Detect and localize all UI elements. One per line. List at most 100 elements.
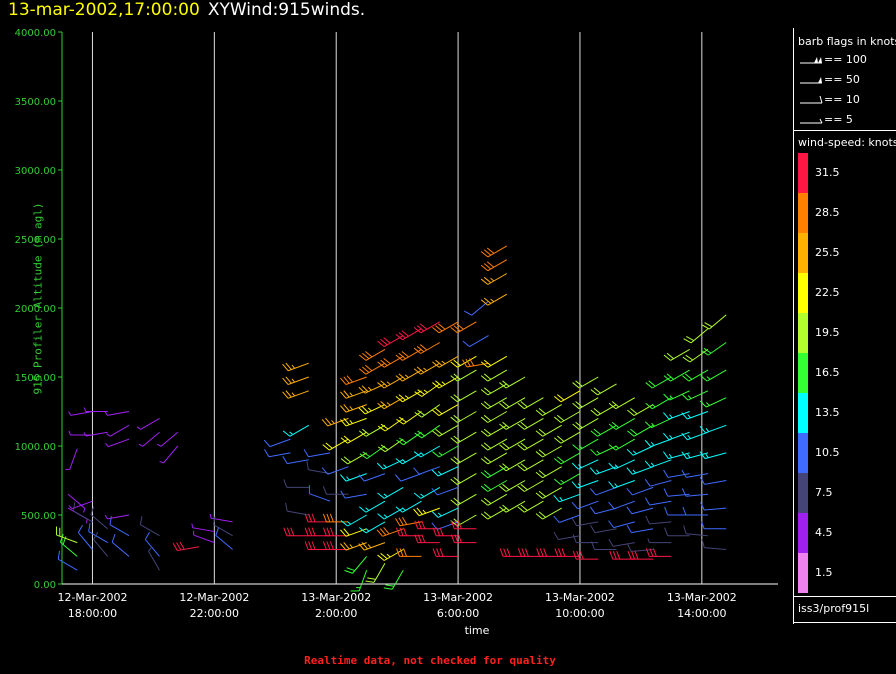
wind-barb [450, 431, 477, 444]
x-tick-time: 14:00:00 [677, 607, 726, 620]
colorscale-swatch [798, 153, 808, 193]
wind-barb [571, 500, 599, 510]
wind-barb [72, 502, 93, 523]
wind-barb [340, 514, 367, 527]
wind-barb [608, 438, 636, 451]
wind-barb [608, 397, 636, 410]
wind-barb [308, 485, 331, 502]
wind-barb [358, 521, 386, 534]
wind-barb [553, 411, 581, 423]
wind-barb [499, 376, 526, 389]
wind-barb [68, 500, 93, 510]
y-tick-label: 3000.00 [15, 166, 56, 177]
y-tick-label: 1000.00 [15, 442, 56, 453]
wind-barb [358, 424, 386, 437]
wind-barb [65, 448, 78, 470]
wind-barb [626, 486, 654, 496]
wind-barb [209, 513, 233, 523]
wind-barb [535, 466, 562, 479]
wind-barb [359, 445, 386, 460]
wind-barb [358, 348, 386, 361]
wind-barb [480, 355, 508, 368]
speed-legend-title: wind-speed: knots [798, 136, 896, 149]
wind-barb [462, 335, 489, 348]
wind-barb [283, 479, 309, 488]
wind-barb [344, 556, 368, 574]
wind-barb [111, 534, 130, 557]
wind-barb [572, 397, 599, 410]
y-tick-label: 4000.00 [15, 28, 56, 39]
legend-divider-bottom [794, 596, 896, 597]
wind-barb [450, 493, 477, 506]
wind-barb [395, 390, 422, 403]
wind-barb [358, 542, 386, 551]
wind-barb [499, 500, 526, 513]
colorscale-swatch [798, 273, 808, 313]
wind-barb [571, 459, 599, 470]
x-tick-time: 6:00:00 [437, 607, 479, 620]
wind-barb [553, 531, 581, 541]
wind-barb [553, 452, 581, 465]
wind-barb [535, 404, 562, 417]
wind-barb [104, 514, 130, 520]
wind-barb [90, 506, 109, 530]
legend-divider [794, 130, 896, 131]
wind-barb [414, 404, 441, 418]
wind-barb [148, 547, 160, 571]
wind-barb [699, 397, 727, 408]
wind-barb [83, 431, 108, 437]
colorscale-swatch [798, 473, 808, 513]
wind-barb [572, 438, 599, 451]
wind-barb [139, 516, 160, 537]
colorscale-label: 31.5 [815, 166, 840, 179]
colorscale-swatch [798, 553, 808, 593]
wind-barb [450, 452, 477, 465]
barb-legend-title: barb flags in knots [798, 35, 896, 48]
wind-barb [413, 321, 441, 334]
wind-barb [499, 459, 526, 472]
colorscale-label: 28.5 [815, 206, 840, 219]
barb-sample-icon [800, 95, 823, 104]
wind-barb [554, 548, 580, 557]
colorscale-label: 25.5 [815, 246, 840, 259]
wind-barb [432, 355, 459, 368]
wind-barb [683, 328, 709, 344]
wind-barb [701, 314, 727, 330]
x-tick-date: 12-Mar-2002 [179, 591, 249, 604]
wind-barb [450, 369, 477, 382]
x-tick-date: 13-Mar-2002 [301, 591, 371, 604]
wind-barb [644, 438, 672, 448]
x-tick-time: 18:00:00 [68, 607, 117, 620]
y-tick-label: 0.00 [34, 580, 56, 591]
wind-barb [365, 563, 386, 583]
wind-barb [571, 518, 599, 527]
y-axis-label: 915 Profiler Altitude (m agl) [31, 202, 45, 395]
x-axis-label: time [465, 624, 490, 637]
wind-barb [431, 486, 459, 496]
wind-barb [553, 390, 581, 403]
colorscale-label: 16.5 [815, 366, 840, 379]
wind-barb [450, 390, 477, 403]
wind-barb [285, 502, 309, 516]
wind-barb [647, 538, 672, 544]
wind-barb [480, 245, 508, 258]
wind-barb [396, 527, 422, 537]
wind-barb [156, 431, 179, 447]
wind-barb [395, 500, 422, 513]
wind-barb [432, 527, 459, 537]
wind-barb [700, 520, 727, 530]
wind-barb [377, 417, 404, 432]
wind-barb [626, 466, 654, 475]
colorscale-swatch [798, 233, 808, 273]
colorscale-label: 4.5 [815, 526, 833, 539]
wind-barb [589, 506, 617, 515]
wind-barb [414, 424, 441, 439]
wind-barb [535, 507, 562, 520]
barb-legend-label: == 100 [824, 53, 867, 66]
wind-barb [377, 486, 404, 499]
wind-barb [396, 431, 422, 446]
wind-barb [699, 476, 727, 485]
wind-barb [68, 430, 93, 436]
wind-barb [191, 523, 215, 533]
wind-barb [535, 424, 562, 437]
